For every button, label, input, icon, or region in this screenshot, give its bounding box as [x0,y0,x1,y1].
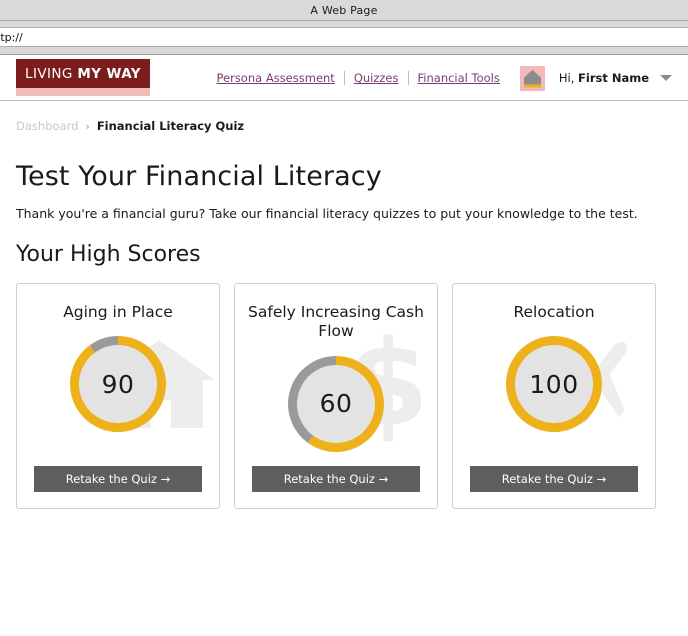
score-gauge: 90 [70,336,166,433]
nav-financial-tools[interactable]: Financial Tools [409,71,509,85]
window-title: A Web Page [310,3,378,17]
score-value: 60 [319,389,353,419]
score-gauge-inner: 90 [79,345,157,424]
retake-quiz-button[interactable]: Retake the Quiz → [252,466,420,492]
breadcrumb-current: Financial Literacy Quiz [96,119,245,133]
greeting-name: First Name [578,71,649,85]
page-subtitle: Thank you're a financial guru? Take our … [16,206,638,221]
user-greeting[interactable]: Hi, First Name [559,71,649,85]
browser-titlebar: A Web Page [0,0,688,21]
section-title-high-scores: Your High Scores [16,242,201,267]
score-card-title: Safely Increasing Cash Flow [248,303,424,341]
browser-url-bar[interactable]: ttp:// [0,28,688,47]
score-value: 90 [101,369,135,399]
score-card[interactable]: Aging in Place 90 Retake the Quiz → [16,283,220,509]
score-value: 100 [529,369,579,399]
site-logo[interactable]: LIVING MY WAY [16,59,150,96]
page-title: Test Your Financial Literacy [16,161,382,192]
retake-quiz-button[interactable]: Retake the Quiz → [470,466,638,492]
url-text[interactable]: ttp:// [0,31,23,44]
score-card[interactable]: Relocation 100 Retake the Quiz → [452,283,656,509]
breadcrumb-separator-icon: › [85,119,90,133]
score-gauge: 60 [288,355,384,452]
nav-persona-assessment[interactable]: Persona Assessment [207,71,343,85]
logo-box: LIVING MY WAY [16,59,150,88]
score-gauge-wrap: 60 [235,355,437,452]
logo-text: LIVING MY WAY [25,66,141,82]
browser-chrome: A Web Page ttp:// [0,0,688,55]
main-nav: Persona Assessment Quizzes Financial Too… [207,71,508,85]
browser-bookmark-strip [0,47,688,55]
score-card-title: Relocation [513,303,595,321]
site-header: LIVING MY WAY Persona Assessment Quizzes… [0,55,688,101]
breadcrumb: Dashboard › Financial Literacy Quiz [16,119,672,133]
score-gauge-inner: 60 [297,364,375,443]
score-gauge-inner: 100 [515,345,593,424]
house-icon[interactable] [519,65,545,91]
score-gauge: 100 [506,336,602,433]
browser-toolbar-strip [0,21,688,28]
score-cards-list: Aging in Place 90 Retake the Quiz → $ Sa… [16,283,672,509]
logo-text-first: LIVING [25,65,73,82]
score-gauge-wrap: 90 [17,336,219,433]
logo-text-rest: MY WAY [77,65,141,82]
page-content: Dashboard › Financial Literacy Quiz Test… [0,119,688,509]
retake-quiz-button[interactable]: Retake the Quiz → [34,466,202,492]
score-card-title: Aging in Place [63,303,173,321]
nav-quizzes[interactable]: Quizzes [345,71,408,85]
breadcrumb-dashboard[interactable]: Dashboard [16,119,78,133]
header-right-group: Persona Assessment Quizzes Financial Too… [207,55,672,101]
logo-underbar [16,88,150,96]
chevron-down-icon[interactable] [660,75,672,81]
greeting-prefix: Hi, [558,71,575,85]
score-card[interactable]: $ Safely Increasing Cash Flow 60 Retake … [234,283,438,509]
score-gauge-wrap: 100 [453,336,655,433]
